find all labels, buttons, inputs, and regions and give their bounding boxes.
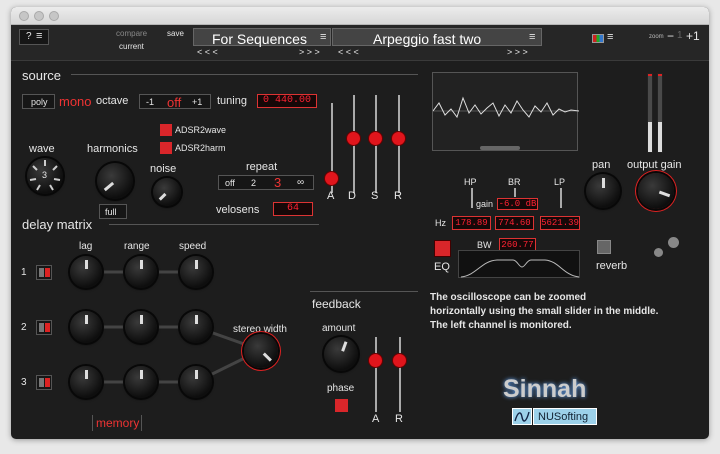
pan-knob[interactable] — [586, 174, 620, 208]
lp-frequency-display[interactable]: 5621.39 — [540, 216, 580, 230]
knob-pointer — [139, 314, 143, 325]
output-gain-label: output gain — [627, 159, 682, 171]
peak — [658, 74, 662, 76]
company-name: NUSofting — [538, 411, 589, 423]
row-2-toggle[interactable] — [36, 320, 52, 335]
feedback-a-slider[interactable] — [369, 354, 382, 367]
xy-pad-dot[interactable] — [654, 248, 663, 257]
hp-label: HP — [464, 177, 477, 187]
knob-pointer — [139, 259, 143, 270]
memory-label: memory — [96, 416, 140, 430]
br-label: BR — [508, 177, 521, 187]
br-frequency-display[interactable]: 774.60 — [495, 216, 534, 230]
pan-label: pan — [592, 159, 611, 171]
toggle-part — [39, 378, 44, 387]
delay-connectors — [86, 270, 262, 384]
knob-pointer — [139, 369, 143, 380]
br-stem — [514, 188, 516, 197]
row-1-toggle[interactable] — [36, 265, 52, 280]
feedback-r-label: R — [395, 413, 403, 425]
range-knob-2[interactable] — [125, 311, 157, 343]
br-gain-display[interactable]: -6.0 dB — [497, 198, 538, 210]
toggle-part — [45, 378, 50, 387]
knob-pointer — [194, 314, 198, 325]
wave-icon — [514, 411, 530, 422]
knob-pointer — [340, 341, 347, 352]
eq-label: EQ — [434, 261, 450, 273]
range-knob-1[interactable] — [125, 256, 157, 288]
feedback-a-label: A — [372, 413, 380, 425]
feedback-r-track — [399, 337, 401, 412]
info-text-line-1: The oscilloscope can be zoomed — [430, 292, 587, 303]
xy-pad-dot[interactable] — [668, 237, 679, 248]
speed-knob-3[interactable] — [180, 366, 212, 398]
phase-toggle[interactable] — [335, 399, 348, 412]
knob-pointer — [194, 369, 198, 380]
lag-knob-3[interactable] — [70, 366, 102, 398]
feedback-amount-knob[interactable] — [324, 337, 358, 371]
knob-pointer — [84, 314, 88, 325]
knob-pointer — [601, 178, 605, 189]
feedback-a-track — [375, 337, 377, 412]
hz-label: Hz — [435, 218, 446, 228]
nusofting-logo-icon — [512, 408, 532, 425]
level — [648, 122, 652, 152]
knob-pointer — [658, 191, 670, 198]
company-logo: NUSofting — [533, 408, 597, 425]
speed-knob-2[interactable] — [180, 311, 212, 343]
gain-label: gain — [476, 199, 494, 209]
lp-label: LP — [554, 177, 566, 187]
info-text-line-2: horizontally using the small slider in t… — [430, 306, 659, 317]
plugin-window: ? ≡ compare current save For Sequences ≡… — [11, 7, 709, 439]
toggle-part — [39, 268, 44, 277]
knob-pointer — [262, 352, 272, 362]
reverb-label: reverb — [596, 260, 628, 272]
peak — [648, 74, 652, 76]
feedback-r-slider[interactable] — [393, 354, 406, 367]
brand-logo: Sinnah — [503, 375, 587, 403]
row-3-label: 3 — [21, 377, 27, 388]
divider — [310, 291, 418, 292]
lp-stem — [560, 188, 562, 208]
info-text-line-3: The left channel is monitored. — [430, 320, 572, 331]
lag-knob-1[interactable] — [70, 256, 102, 288]
hp-stem — [471, 188, 473, 208]
eq-curve — [460, 259, 580, 278]
memory-button[interactable]: memory — [92, 415, 142, 431]
range-knob-3[interactable] — [125, 366, 157, 398]
vu-meter-left — [647, 73, 653, 153]
feedback-title: feedback — [312, 297, 361, 311]
toggle-part — [39, 323, 44, 332]
stereo-width-knob[interactable] — [244, 334, 278, 368]
oscilloscope-display[interactable] — [432, 72, 580, 151]
lag-knob-2[interactable] — [70, 311, 102, 343]
row-3-toggle[interactable] — [36, 375, 52, 390]
hp-frequency-display[interactable]: 178.89 — [452, 216, 491, 230]
reverb-toggle[interactable] — [597, 240, 611, 254]
level — [658, 122, 662, 152]
row-2-label: 2 — [21, 322, 27, 333]
phase-label: phase — [327, 383, 355, 394]
knob-pointer — [194, 259, 198, 270]
toggle-part — [45, 268, 50, 277]
oscilloscope-waveform — [432, 96, 580, 119]
vu-meter-right — [657, 73, 663, 153]
amount-label: amount — [322, 323, 356, 334]
output-gain-knob[interactable] — [638, 173, 674, 209]
eq-toggle[interactable] — [435, 241, 450, 256]
oscilloscope-zoom-slider[interactable] — [480, 146, 520, 150]
row-1-label: 1 — [21, 267, 27, 278]
knob-pointer — [84, 369, 88, 380]
toggle-part — [45, 323, 50, 332]
speed-knob-1[interactable] — [180, 256, 212, 288]
bw-label: BW — [477, 240, 492, 250]
eq-curve-display — [458, 250, 580, 278]
knob-pointer — [84, 259, 88, 270]
